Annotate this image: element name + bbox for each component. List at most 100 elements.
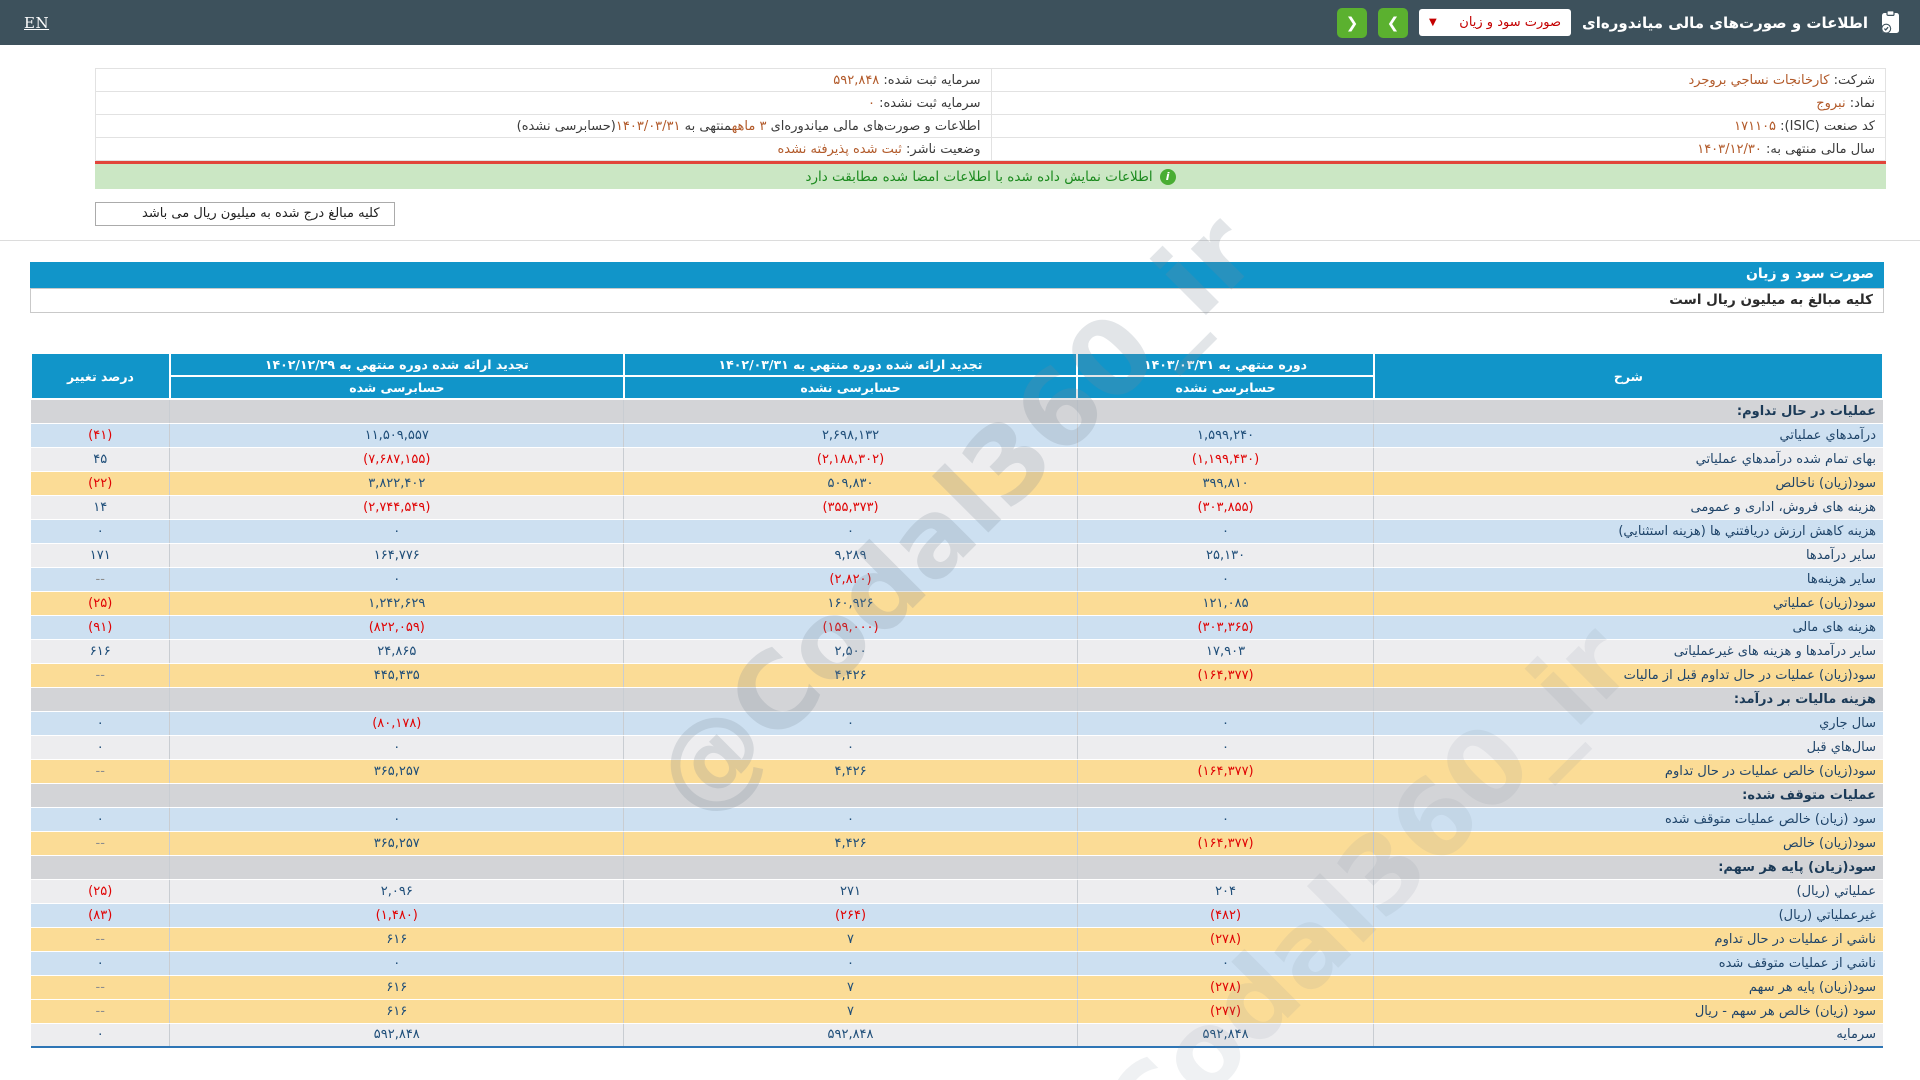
percent-change-cell [31, 783, 170, 808]
value-cell-1403-03-31: (۳۰۳,۸۵۵) [1076, 495, 1374, 520]
value-cell-1402-03-31 [623, 855, 1078, 880]
table-row: سود(زيان) عملیات در حال تداوم قبل از مال… [31, 663, 1883, 688]
row-label-cell: سال‌هاي قبل [1373, 735, 1883, 760]
value-cell-1402-12-29: ۶۱۶ [169, 999, 624, 1024]
value-cell-1402-03-31: ۴,۴۲۶ [623, 759, 1078, 784]
row-label-cell: سود(زيان) عملیات در حال تداوم قبل از مال… [1373, 663, 1883, 688]
value-cell-1402-03-31: ۴,۴۲۶ [623, 663, 1078, 688]
table-row: غیرعملياتي (ریال) (۴۸۲) (۲۶۴) (۱,۴۸۰) (۸۳) [31, 903, 1883, 928]
table-row: ناشي از عملیات متوقف شده ۰ ۰ ۰ ۰ [31, 951, 1883, 976]
info-isic-code: کد صنعت (ISIC): ۱۷۱۱۰۵ [990, 115, 1885, 138]
value-cell-1403-03-31 [1076, 687, 1374, 712]
value-cell-1402-03-31: ۰ [623, 711, 1078, 736]
value-cell-1403-03-31 [1076, 855, 1374, 880]
table-row: سایر هزینه‌ها ۰ (۲,۸۲۰) ۰ -- [31, 567, 1883, 592]
signature-notice-text: اطلاعات نمایش داده شده با اطلاعات امضا ش… [805, 168, 1153, 185]
value-cell-1402-03-31: ۲۷۱ [623, 879, 1078, 904]
signature-notice-banner: i اطلاعات نمایش داده شده با اطلاعات امضا… [95, 164, 1886, 189]
clipboard-report-icon [1879, 10, 1902, 35]
value-cell-1403-03-31: ۰ [1076, 807, 1374, 832]
percent-change-cell: ۰ [31, 519, 170, 544]
value-cell-1402-03-31: ۰ [623, 519, 1078, 544]
row-label-cell: سود(زیان) پایه هر سهم: [1373, 855, 1883, 880]
info-symbol: نماد: نبروج [990, 92, 1885, 115]
percent-change-cell [31, 687, 170, 712]
percent-change-cell: ۱۴ [31, 495, 170, 520]
value-cell-1402-03-31: ۷ [623, 999, 1078, 1024]
value-cell-1402-03-31: ۲,۵۰۰ [623, 639, 1078, 664]
table-row: هزینه کاهش ارزش دریافتني ها (هزینه استثن… [31, 519, 1883, 544]
value-cell-1402-03-31: (۲,۸۲۰) [623, 567, 1078, 592]
percent-change-cell: (۲۵) [31, 591, 170, 616]
previous-statement-button[interactable]: ❮ [1337, 7, 1368, 38]
value-cell-1402-12-29: ۶۱۶ [169, 927, 624, 952]
row-label-cell: عملیات در حال تداوم: [1373, 399, 1883, 424]
row-label-cell: سود(زيان) خالص عملیات در حال تداوم [1373, 759, 1883, 784]
percent-change-cell: (۴۱) [31, 423, 170, 448]
table-row: بهای تمام شده درآمدهاي عملياتي (۱,۱۹۹,۴۳۰… [31, 447, 1883, 472]
col-subheader-audit-2: حسابرسی نشده [622, 375, 1079, 400]
english-language-link[interactable]: EN [24, 14, 49, 32]
section-row: هزینه مالیات بر درآمد: [31, 687, 1883, 712]
row-label-cell: سال جاري [1373, 711, 1883, 736]
income-statement-table: شرح دوره منتهي به ۱۴۰۳/۰۳/۳۱ تجدید ارائه ش… [30, 352, 1885, 1048]
percent-change-cell: -- [31, 759, 170, 784]
value-cell-1403-03-31: (۳۰۳,۳۶۵) [1076, 615, 1374, 640]
value-cell-1403-03-31: (۱,۱۹۹,۴۳۰) [1076, 447, 1374, 472]
table-row: سال جاري ۰ ۰ (۸۰,۱۷۸) ۰ [31, 711, 1883, 736]
table-row: درآمدهاي عملياتي ۱,۵۹۹,۲۴۰ ۲,۶۹۸,۱۳۲ ۱۱,۵۰۹… [31, 423, 1883, 448]
next-statement-button[interactable]: ❯ [1378, 7, 1409, 38]
row-label-cell: هزینه های فروش، اداری و عمومی [1373, 495, 1883, 520]
statement-title-bar: صورت سود و زیان [30, 262, 1884, 288]
value-cell-1402-03-31: ۹,۲۸۹ [623, 543, 1078, 568]
row-label-cell: ناشي از عملیات متوقف شده [1373, 951, 1883, 976]
row-label-cell: بهای تمام شده درآمدهاي عملياتي [1373, 447, 1883, 472]
row-label-cell: غیرعملياتي (ریال) [1373, 903, 1883, 928]
value-cell-1403-03-31: ۰ [1076, 711, 1374, 736]
col-header-description: شرح [1372, 352, 1885, 400]
value-cell-1402-12-29: ۳۶۵,۲۵۷ [169, 759, 624, 784]
info-publisher-status: وضعیت ناشر: ثبت شده پذیرفته نشده [96, 138, 991, 161]
statement-type-dropdown[interactable]: صورت سود و زیان ▼ [1419, 9, 1572, 36]
percent-change-cell: -- [31, 663, 170, 688]
value-cell-1403-03-31: (۲۷۸) [1076, 975, 1374, 1000]
col-header-period-3: تجدید ارائه شده دوره منتهي به ۱۴۰۲/۱۲/۲۹ [168, 352, 625, 377]
value-cell-1402-12-29: ۰ [169, 519, 624, 544]
value-cell-1402-12-29: ۱۶۴,۷۷۶ [169, 543, 624, 568]
value-cell-1402-12-29 [169, 783, 624, 808]
value-cell-1402-12-29: ۳۶۵,۲۵۷ [169, 831, 624, 856]
percent-change-cell: -- [31, 567, 170, 592]
value-cell-1402-03-31: ۵۹۲,۸۴۸ [623, 1023, 1078, 1048]
value-cell-1402-12-29: (۸۰,۱۷۸) [169, 711, 624, 736]
value-cell-1402-03-31: ۱۶۰,۹۲۶ [623, 591, 1078, 616]
value-cell-1402-12-29: ۵۹۲,۸۴۸ [169, 1023, 624, 1048]
value-cell-1403-03-31: (۲۷۸) [1076, 927, 1374, 952]
value-cell-1403-03-31: (۲۷۷) [1076, 999, 1374, 1024]
value-cell-1403-03-31: ۰ [1076, 567, 1374, 592]
col-subheader-audit-1: حسابرسی نشده [1076, 375, 1375, 400]
section-row: سود(زیان) پایه هر سهم: [31, 855, 1883, 880]
value-cell-1402-12-29: ۰ [169, 807, 624, 832]
col-subheader-audit-3: حسابرسی شده [168, 375, 625, 400]
value-cell-1403-03-31: ۰ [1076, 735, 1374, 760]
percent-change-cell: (۸۳) [31, 903, 170, 928]
value-cell-1402-12-29 [169, 399, 624, 424]
value-cell-1402-03-31: ۲,۶۹۸,۱۳۲ [623, 423, 1078, 448]
table-row: هزینه های مالی (۳۰۳,۳۶۵) (۱۵۹,۰۰۰) (۸۲۲,۰۵۹… [31, 615, 1883, 640]
top-bar: اطلاعات و صورت‌های مالی میاندوره‌ای صورت… [0, 0, 1920, 45]
percent-change-cell: (۲۵) [31, 879, 170, 904]
table-row: سود(زیان) خالص (۱۶۴,۳۷۷) ۴,۴۲۶ ۳۶۵,۲۵۷ -- [31, 831, 1883, 856]
info-period-description: اطلاعات و صورت‌های مالی میاندوره‌ای ۳ ما… [96, 115, 991, 138]
value-cell-1402-03-31: ۰ [623, 951, 1078, 976]
percent-change-cell: -- [31, 927, 170, 952]
company-info-table: شرکت: کارخانجات نساجي بروجرد سرمایه ثبت ش… [95, 68, 1886, 161]
value-cell-1402-03-31 [623, 687, 1078, 712]
percent-change-cell: ۰ [31, 807, 170, 832]
value-cell-1402-12-29: ۱,۲۴۲,۶۲۹ [169, 591, 624, 616]
row-label-cell: سایر درآمدها [1373, 543, 1883, 568]
percent-change-cell: ۰ [31, 735, 170, 760]
dropdown-selected-value: صورت سود و زیان [1459, 15, 1562, 30]
value-cell-1402-03-31: ۷ [623, 927, 1078, 952]
section-row: عملیات در حال تداوم: [31, 399, 1883, 424]
percent-change-cell: ۴۵ [31, 447, 170, 472]
